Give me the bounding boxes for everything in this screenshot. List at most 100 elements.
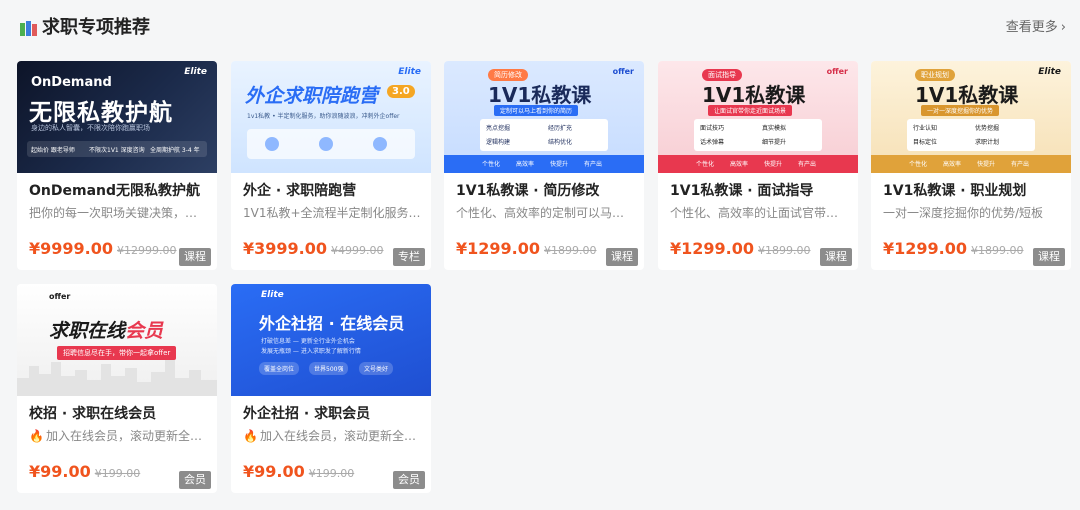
card-banner: Elite 外企社招 · 在线会员 打破信息差 — 更新全行业外企机会 发展无瓶…: [231, 284, 431, 396]
banner-footer-item: 快提升: [764, 161, 783, 168]
banner-subtitle: 身边的私人智囊，不限次陪你跑赢职场: [31, 124, 150, 132]
course-card[interactable]: offer 求职在线会员 招聘信息尽在手，带你一起拿offer 会员 校招 · …: [17, 284, 217, 493]
current-price: ¥99.00: [243, 462, 305, 481]
card-title: 1V1私教课 · 职业规划: [883, 183, 1027, 199]
card-description: 1V1私教+全流程半定制化服务，助你: [243, 206, 421, 220]
banner-footer-item: 个性化: [696, 161, 715, 168]
banner-headline: 1V1私教课: [702, 83, 806, 107]
banner-footer-item: 个性化: [482, 161, 501, 168]
banner-headline: 会员: [125, 320, 164, 342]
card-prices: ¥99.00 ¥199.00: [243, 461, 354, 485]
current-price: ¥1299.00: [883, 239, 968, 258]
view-more-label: 查看更多: [1005, 20, 1058, 35]
banner-headline: 1V1私教课: [488, 83, 592, 107]
banner-item: 亮点挖掘: [486, 125, 511, 132]
banner-footer-item: 高效率: [516, 161, 535, 168]
version-badge: 3.0: [387, 85, 415, 98]
banner-footer-item: 有产出: [1011, 161, 1030, 168]
card-prices: ¥3999.00 ¥4999.00: [243, 238, 384, 262]
banner-footer-item: 高效率: [943, 161, 962, 168]
card-description: 个性化、高效率的定制可以马上看到: [456, 206, 634, 220]
banner-pill: 文号类好: [359, 362, 394, 375]
city-skyline-icon: [17, 360, 217, 396]
fire-icon: 🔥: [29, 429, 44, 443]
books-icon: [20, 21, 37, 36]
brand-logo: Elite: [1038, 67, 1061, 77]
banner-footer-item: 有产出: [584, 161, 603, 168]
card-title: 外企社招 · 求职会员: [243, 406, 371, 422]
card-description: 个性化、高效率的让面试官带你走近: [670, 206, 848, 220]
banner-headline: OnDemand: [31, 75, 112, 90]
card-tag: 课程: [606, 248, 638, 266]
original-price: ¥4999.00: [331, 244, 384, 257]
card-banner: offer 求职在线会员 招聘信息尽在手，带你一起拿offer: [17, 284, 217, 396]
brand-logo: offer: [826, 67, 848, 76]
card-description: 一对一深度挖掘你的优势/短板: [883, 206, 1044, 220]
banner-headline: 外企社招 · 在线会员: [259, 314, 405, 333]
card-title: 外企 · 求职陪跑营: [243, 183, 357, 199]
original-price: ¥12999.00: [117, 244, 177, 257]
course-card[interactable]: Elite 外企社招 · 在线会员 打破信息差 — 更新全行业外企机会 发展无瓶…: [231, 284, 431, 493]
banner-subtitle: 招聘信息尽在手，带你一起拿offer: [57, 346, 177, 360]
original-price: ¥1899.00: [971, 244, 1024, 257]
original-price: ¥1899.00: [544, 244, 597, 257]
banner-subtitle: 1v1私教 • 半定制化服务，助你浪随波浪，冲刺外企offer: [247, 113, 400, 120]
brand-logo: offer: [612, 67, 634, 76]
banner-headline: 1V1私教课: [915, 83, 1019, 107]
card-prices: ¥99.00 ¥199.00: [29, 461, 140, 485]
banner-pill: 覆盖全岗位: [259, 362, 300, 375]
banner-subtitle: 让面试官带你走近面试场景: [708, 105, 793, 116]
brand-logo: offer: [49, 292, 71, 301]
banner-pill: 世界500强: [309, 362, 349, 375]
card-prices: ¥9999.00 ¥12999.00: [29, 238, 177, 262]
banner-item: 面试技巧: [700, 125, 725, 132]
card-title: 校招 · 求职在线会员: [29, 406, 157, 422]
banner-item: 求职计划: [975, 139, 1000, 146]
course-card[interactable]: offer 面试指导 1V1私教课 让面试官带你走近面试场景 面试技巧 真实模拟…: [658, 61, 858, 270]
card-banner: offer 简历修改 1V1私教课 定制可以马上看到你的简历 亮点挖掘 经历扩充…: [444, 61, 644, 173]
brand-logo: Elite: [398, 67, 421, 77]
brand-logo: Elite: [184, 67, 207, 77]
banner-footer-item: 个性化: [909, 161, 928, 168]
banner-pill: 起始价 跟老导师: [31, 147, 75, 154]
card-prices: ¥1299.00 ¥1899.00: [670, 238, 811, 262]
original-price: ¥199.00: [308, 467, 355, 480]
course-card[interactable]: Elite 职业规划 1V1私教课 一对一深度挖掘你的优势 行业认知 优势挖掘 …: [871, 61, 1071, 270]
banner-item: 话术弹幕: [700, 139, 725, 146]
card-tag: 课程: [820, 248, 852, 266]
current-price: ¥1299.00: [670, 239, 755, 258]
banner-pill: 不限次1V1 深度咨询: [89, 147, 145, 154]
brand-logo: Elite: [261, 290, 284, 300]
card-prices: ¥1299.00 ¥1899.00: [883, 238, 1024, 262]
card-description-text: 加入在线会员，滚动更新全网招聘: [45, 429, 207, 443]
banner-item: 经历扩充: [548, 125, 573, 132]
course-card[interactable]: Elite OnDemand 无限私教护航 身边的私人智囊，不限次陪你跑赢职场 …: [17, 61, 217, 270]
card-description: 🔥加入在线会员，滚动更新全网招聘: [243, 427, 421, 445]
original-price: ¥1899.00: [758, 244, 811, 257]
banner-item: 结构优化: [548, 139, 573, 146]
banner-headline: 求职在线: [49, 320, 126, 342]
card-tag: 课程: [1033, 248, 1065, 266]
banner-footer-item: 高效率: [730, 161, 749, 168]
card-description-text: 加入在线会员，滚动更新全网招聘: [259, 429, 421, 443]
banner-pill: 全周期护航 3-4 年: [150, 147, 200, 154]
card-tag: 会员: [393, 471, 425, 489]
banner-item: 细节提升: [762, 139, 787, 146]
card-banner: offer 面试指导 1V1私教课 让面试官带你走近面试场景 面试技巧 真实模拟…: [658, 61, 858, 173]
view-more-link[interactable]: 查看更多 ›: [1006, 18, 1066, 38]
course-card[interactable]: Elite 外企求职陪跑营 3.0 1v1私教 • 半定制化服务，助你浪随波浪，…: [231, 61, 431, 270]
chevron-right-icon: ›: [1060, 20, 1066, 35]
original-price: ¥199.00: [94, 467, 141, 480]
banner-footer-item: 快提升: [977, 161, 996, 168]
banner-headline: 无限私教护航: [29, 100, 173, 126]
banner-subtitle: 一对一深度挖掘你的优势: [921, 105, 1000, 116]
section-title: 求职专项推荐: [42, 17, 150, 38]
card-description: 把你的每一次职场关键决策，做对: [29, 206, 207, 220]
banner-subtitle: 定制可以马上看到你的简历: [494, 105, 579, 116]
card-prices: ¥1299.00 ¥1899.00: [456, 238, 597, 262]
course-card[interactable]: offer 简历修改 1V1私教课 定制可以马上看到你的简历 亮点挖掘 经历扩充…: [444, 61, 644, 270]
card-banner: Elite OnDemand 无限私教护航 身边的私人智囊，不限次陪你跑赢职场 …: [17, 61, 217, 173]
current-price: ¥3999.00: [243, 239, 328, 258]
section-header: 求职专项推荐 查看更多 ›: [0, 0, 1080, 56]
card-tag: 专栏: [393, 248, 425, 266]
